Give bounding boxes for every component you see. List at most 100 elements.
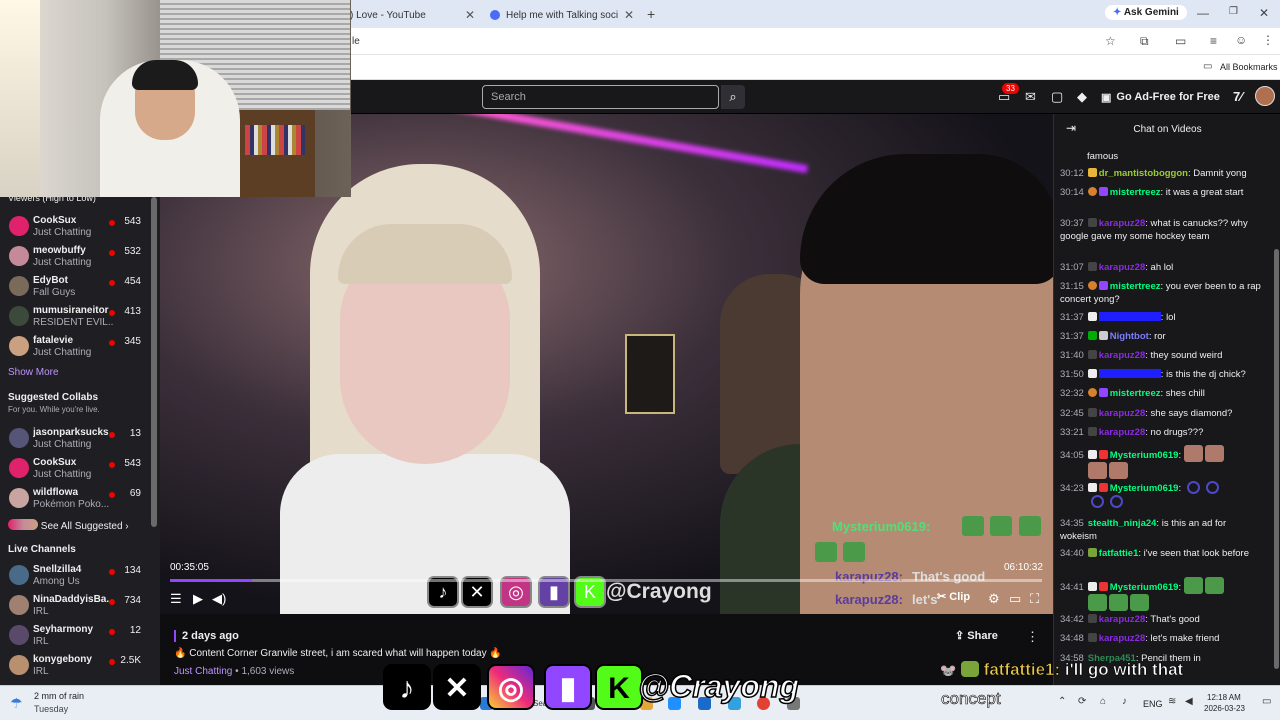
fire-icon: 🔥 xyxy=(174,648,187,659)
volume-icon[interactable]: ◀) xyxy=(212,591,226,607)
minimize-icon[interactable]: — xyxy=(1197,6,1209,20)
badge-icon xyxy=(1087,427,1097,436)
emote-icon xyxy=(1018,516,1041,536)
sidebar-item-jasonparksucks[interactable]: jasonparksucks Just Chatting 13 xyxy=(0,425,152,453)
chat-username[interactable]: Mysterium0619 xyxy=(1110,483,1179,494)
search-button[interactable]: ⌕ xyxy=(721,85,745,109)
sidebar-item-fatalevie[interactable]: fatalevie Just Chatting 345 xyxy=(0,333,152,361)
sidebar-item-cooksux-suggested[interactable]: CookSux Just Chatting 543 xyxy=(0,455,152,483)
tab-gemini[interactable]: Help me with Talking social Ski ✕ xyxy=(490,4,635,26)
sidebar-item-edybot[interactable]: EdyBot Fall Guys 454 xyxy=(0,273,152,301)
sidebar-item-mumusiraneitor[interactable]: mumusiraneitor RESIDENT EVIL... 413 xyxy=(0,303,152,331)
channel-name: EdyBot xyxy=(33,275,68,286)
theatre-mode-icon[interactable]: ▭ xyxy=(1009,591,1021,607)
crown-icon[interactable]: ◆ xyxy=(1077,89,1087,105)
menu-icon[interactable]: ⋮ xyxy=(1262,33,1274,47)
chat-username[interactable]: mistertreez xyxy=(1110,187,1161,198)
fullscreen-icon[interactable]: ⛶ xyxy=(1030,591,1039,607)
seek-bar[interactable] xyxy=(170,579,1042,582)
sidebar-item-ninadaddy[interactable]: NinaDaddyisBa... IRL 734 xyxy=(0,592,152,620)
network-icon[interactable]: ⌂ xyxy=(1100,696,1106,707)
viewer-count: 134 xyxy=(124,565,141,576)
chat-username[interactable]: Mysterium0619 xyxy=(1110,450,1179,461)
man-hair xyxy=(800,154,1053,284)
sidebar-item-seyharmony[interactable]: Seyharmony IRL 12 xyxy=(0,622,152,650)
share-button[interactable]: ⇪ Share xyxy=(955,629,998,642)
chat-scrollbar[interactable] xyxy=(1274,249,1279,669)
ask-gemini-button[interactable]: ✦ Ask Gemini xyxy=(1105,5,1187,20)
avatar xyxy=(9,276,29,296)
chevron-up-icon[interactable]: ⌃ xyxy=(1058,696,1066,707)
timestamp: 32:32 xyxy=(1060,388,1084,399)
close-icon[interactable]: ✕ xyxy=(624,8,634,22)
play-icon[interactable]: ▶ xyxy=(193,591,203,607)
search-input[interactable]: Search xyxy=(482,85,719,109)
chat-username-redacted[interactable] xyxy=(1098,369,1161,378)
turbo-icon[interactable]: 7⁄ xyxy=(1233,89,1242,104)
window-close-icon[interactable]: ✕ xyxy=(1259,6,1269,20)
chat-username[interactable]: karapuz28 xyxy=(1099,218,1145,229)
settings-gear-icon[interactable]: ⚙ xyxy=(988,591,1000,607)
chat-username[interactable]: karapuz28 xyxy=(1099,614,1145,625)
sidebar-item-wildflowa[interactable]: wildflowa Pokémon Poko... 69 xyxy=(0,485,152,513)
new-tab-icon[interactable]: + xyxy=(647,6,655,22)
timestamp: 34:40 xyxy=(1060,548,1084,559)
chat-username[interactable]: fatfattie1 xyxy=(1099,548,1139,559)
microphone-icon[interactable]: ♪ xyxy=(1122,696,1127,707)
chat-username[interactable]: karapuz28 xyxy=(1099,633,1145,644)
whispers-icon[interactable]: ▢ xyxy=(1051,89,1063,105)
see-all-suggested-link[interactable]: See All Suggested › xyxy=(8,519,129,532)
notification-center-icon[interactable]: ▭ xyxy=(1262,696,1271,707)
tab-youtube[interactable]: ) Love - YouTube ✕ xyxy=(350,4,475,26)
chat-username[interactable]: karapuz28 xyxy=(1099,427,1145,438)
message-text: ah lol xyxy=(1150,262,1174,273)
maximize-icon[interactable]: ❐ xyxy=(1229,6,1238,17)
channel-name: meowbuffy xyxy=(33,245,86,256)
verified-icon xyxy=(1098,331,1108,340)
user-avatar[interactable] xyxy=(1255,86,1275,106)
chat-username[interactable]: Nightbot xyxy=(1110,331,1149,342)
go-ad-free-button[interactable]: ▣ Go Ad-Free for Free xyxy=(1101,86,1220,108)
category-link[interactable]: Just Chatting xyxy=(174,666,232,677)
speaker-icon[interactable]: ◀ xyxy=(1185,696,1193,707)
close-icon[interactable]: ✕ xyxy=(465,8,475,22)
chat-username[interactable]: mistertreez xyxy=(1110,281,1161,292)
profile-icon[interactable]: ☺ xyxy=(1235,33,1247,47)
stream-social-overlay: ♪ ✕ ◎ ▮ K @Crayong xyxy=(383,664,813,712)
chapters-icon[interactable]: ☰ xyxy=(170,591,182,607)
reading-list-icon[interactable]: ≡ xyxy=(1210,34,1217,48)
channel-category: RESIDENT EVIL... xyxy=(33,317,113,328)
sidebar-item-konygebony[interactable]: konygebony IRL 2.5K xyxy=(0,652,152,680)
chat-username-redacted[interactable] xyxy=(1098,312,1161,321)
chat-username[interactable]: stealth_ninja24 xyxy=(1088,518,1157,529)
more-options-icon[interactable]: ⋮ xyxy=(1026,629,1039,645)
clock-time[interactable]: 12:18 AM xyxy=(1207,693,1241,702)
chevron-right-icon: › xyxy=(125,521,129,532)
sidebar-item-snellzilla4[interactable]: Snellzilla4 Among Us 134 xyxy=(0,562,152,590)
url-text: le xyxy=(352,36,360,47)
inbox-icon[interactable]: ✉ xyxy=(1025,89,1036,105)
chat-username[interactable]: karapuz28 xyxy=(1099,408,1145,419)
wifi-icon[interactable]: ≋ xyxy=(1168,696,1176,707)
sidebar-scrollbar[interactable] xyxy=(151,197,157,527)
instagram-icon: ◎ xyxy=(487,664,535,710)
sidebar-item-cooksux[interactable]: CookSux Just Chatting 543 xyxy=(0,213,152,241)
chat-message: 34:05 Mysterium0619: xyxy=(1060,445,1265,479)
chat-username[interactable]: mistertreez xyxy=(1110,388,1161,399)
extensions-icon[interactable]: ⧉ xyxy=(1140,34,1149,49)
chat-username[interactable]: dr_mantistoboggon xyxy=(1099,168,1188,179)
all-bookmarks-link[interactable]: All Bookmarks xyxy=(1220,62,1278,72)
chat-username[interactable]: Mysterium0619 xyxy=(1110,582,1179,593)
chat-username[interactable]: karapuz28 xyxy=(1099,262,1145,273)
cast-icon[interactable]: ▭ xyxy=(1175,34,1186,48)
chat-username[interactable]: karapuz28 xyxy=(1099,350,1145,361)
sidebar-item-meowbuffy[interactable]: meowbuffy Just Chatting 532 xyxy=(0,243,152,271)
sync-icon[interactable]: ⟳ xyxy=(1078,696,1086,707)
clip-button[interactable]: ✂ Clip xyxy=(937,590,970,603)
show-more-link[interactable]: Show More xyxy=(8,367,59,378)
clock-date[interactable]: 2026-03-23 xyxy=(1204,704,1245,713)
language-indicator[interactable]: ENG xyxy=(1143,699,1163,709)
emote-icon xyxy=(962,516,984,536)
no-entry-icon xyxy=(1087,312,1097,321)
star-icon[interactable]: ☆ xyxy=(1105,34,1116,48)
